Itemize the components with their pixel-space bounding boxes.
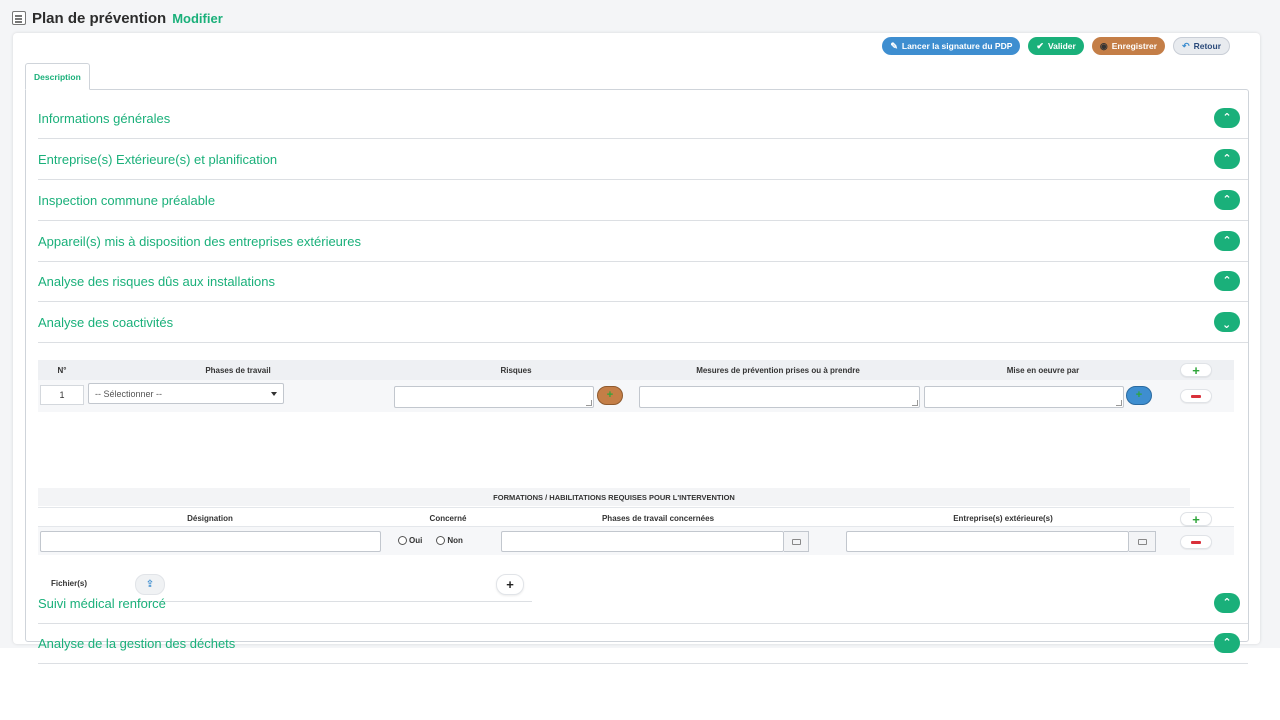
column-header: Désignation [187,513,233,523]
plus-icon: + [606,389,614,401]
tab-panel-description: Informations générales ⌃ Entreprise(s) E… [25,89,1249,664]
back-label: Retour [1193,41,1221,51]
chevron-up-icon[interactable]: ⌃ [1214,149,1240,169]
section-coactivities[interactable]: Analyse des coactivités ⌃ [38,302,1248,343]
section-label: Inspection commune préalable [38,192,216,208]
launch-signature-button[interactable]: ✎ Lancer la signature du PDP [882,37,1021,55]
implemented-by-textarea[interactable] [924,386,1124,408]
save-label: Enregistrer [1111,41,1158,51]
section-external-companies[interactable]: Entreprise(s) Extérieure(s) et planifica… [38,139,1248,180]
external-companies-picker-button[interactable] [1129,531,1156,552]
plus-icon: + [1192,362,1200,378]
radio-circle-icon [398,536,407,545]
prevention-measures-textarea[interactable] [639,386,920,408]
column-header: Phases de travail [205,365,271,375]
training-table-title: FORMATIONS / HABILITATIONS REQUISES POUR… [38,488,1190,506]
concerned-no-radio[interactable]: Non [436,536,463,545]
column-header: Risques [500,365,532,375]
disk-icon: ◉ [1099,40,1108,51]
section-label: Informations générales [38,110,171,126]
chevron-down-icon[interactable]: ⌃ [1214,312,1240,332]
section-label: Analyse des coactivités [38,314,174,330]
remove-training-row-button[interactable] [1180,535,1212,549]
section-general-info[interactable]: Informations générales ⌃ [38,98,1248,139]
training-table-header: Désignation Concerné Phases de travail c… [38,507,1234,527]
chevron-up-icon[interactable]: ⌃ [1214,271,1240,291]
id-card-icon [791,538,801,545]
launch-signature-label: Lancer la signature du PDP [901,41,1013,51]
chevron-up-icon[interactable]: ⌃ [1214,593,1240,613]
radio-label: Non [447,536,463,545]
column-header: Phases de travail concernées [601,513,715,523]
back-button[interactable]: ↶ Retour [1173,37,1230,55]
back-arrow-icon: ↶ [1182,40,1190,51]
section-medical-follow-up[interactable]: Suivi médical renforcé ⌃ [38,583,1248,624]
pencil-icon: ✎ [890,40,898,51]
column-header: N° [57,365,67,375]
plus-icon: + [1192,511,1200,527]
concerned-yes-radio[interactable]: Oui [398,536,422,545]
section-equipment[interactable]: Appareil(s) mis à disposition des entrep… [38,221,1248,262]
section-label: Appareil(s) mis à disposition des entrep… [38,233,361,249]
remove-row-button[interactable] [1180,389,1212,403]
tab-bar: Description [25,63,90,90]
concerned-radio-group: Oui Non [398,536,463,545]
check-icon: ✔ [1036,40,1044,51]
id-card-icon [1137,538,1147,545]
radio-circle-icon [436,536,446,545]
coactivity-table-header: N° Phases de travail Risques Mesures de … [38,360,1234,380]
section-label: Analyse des risques dûs aux installation… [38,273,276,289]
column-header: Entreprise(s) extérieure(s) [953,513,1053,523]
work-phase-select-value: -- Sélectionner -- [95,388,163,399]
risks-textarea[interactable] [394,386,594,408]
radio-label: Oui [409,536,423,545]
external-companies-input[interactable] [846,531,1129,552]
tab-description[interactable]: Description [25,63,90,90]
designation-input[interactable] [40,531,381,552]
validate-label: Valider [1047,41,1076,51]
add-implementer-button[interactable]: + [1126,386,1152,405]
work-phase-select[interactable]: -- Sélectionner -- [88,383,284,404]
work-phases-picker-button[interactable] [784,531,809,552]
document-icon [12,11,26,25]
column-header: Mesures de prévention prises ou à prendr… [696,365,860,375]
minus-icon [1191,394,1201,398]
section-label: Suivi médical renforcé [38,595,166,611]
save-button[interactable]: ◉ Enregistrer [1091,37,1166,55]
training-table-row: Oui Non [38,527,1234,555]
section-waste-management[interactable]: Analyse de la gestion des déchets ⌃ [38,623,1248,664]
caret-down-icon [271,391,277,396]
section-joint-inspection[interactable]: Inspection commune préalable ⌃ [38,180,1248,221]
chevron-up-icon[interactable]: ⌃ [1214,633,1240,653]
plus-icon: + [1135,389,1143,401]
add-risk-button[interactable]: + [597,386,623,405]
coactivity-table-row: 1 -- Sélectionner -- + + [38,380,1234,412]
section-installation-risks[interactable]: Analyse des risques dûs aux installation… [38,261,1248,302]
toolbar: ✎ Lancer la signature du PDP ✔ Valider ◉… [882,37,1230,55]
add-training-row-button[interactable]: + [1180,512,1212,526]
column-header: Concerné [429,513,467,523]
column-header: Mise en oeuvre par [1006,365,1080,375]
section-label: Entreprise(s) Extérieure(s) et planifica… [38,151,278,167]
page-mode: Modifier [172,10,223,26]
section-label: Analyse de la gestion des déchets [38,635,236,651]
chevron-up-icon[interactable]: ⌃ [1214,190,1240,210]
chevron-up-icon[interactable]: ⌃ [1214,108,1240,128]
validate-button[interactable]: ✔ Valider [1028,37,1084,55]
minus-icon [1191,540,1201,544]
page-title: Plan de prévention [32,9,167,27]
page-header: Plan de prévention Modifier [12,8,223,28]
chevron-up-icon[interactable]: ⌃ [1214,231,1240,251]
add-row-button[interactable]: + [1180,363,1212,377]
main-card: ✎ Lancer la signature du PDP ✔ Valider ◉… [13,33,1260,664]
work-phases-input[interactable] [501,531,784,552]
row-number: 1 [40,385,84,405]
